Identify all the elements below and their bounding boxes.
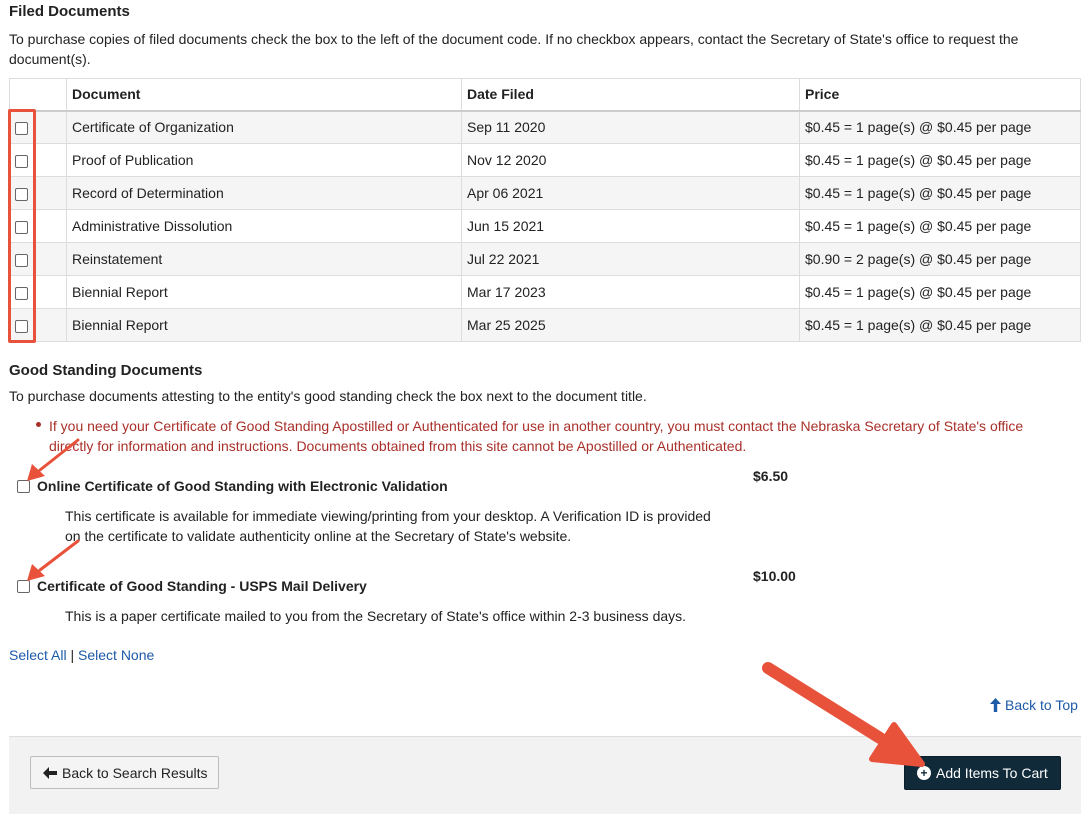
select-none-link[interactable]: Select None	[78, 647, 154, 663]
document-price: $0.45 = 1 page(s) @ $0.45 per page	[799, 110, 1081, 144]
column-header-document: Document	[66, 78, 462, 112]
document-name: Biennial Report	[66, 308, 462, 342]
document-name: Proof of Publication	[66, 143, 462, 177]
document-price: $0.45 = 1 page(s) @ $0.45 per page	[799, 308, 1081, 342]
document-price: $0.45 = 1 page(s) @ $0.45 per page	[799, 176, 1081, 210]
online-certificate-checkbox[interactable]	[17, 480, 30, 493]
instructions-line: To purchase copies of filed documents ch…	[9, 31, 1019, 47]
online-certificate-title: Online Certificate of Good Standing with…	[37, 478, 448, 494]
online-certificate-price: $6.50	[753, 468, 789, 484]
document-name: Administrative Dissolution	[66, 209, 462, 243]
filed-documents-table: Document Date Filed Price Certificate of…	[9, 78, 1081, 342]
column-header-price: Price	[799, 78, 1081, 112]
apostille-notice: If you need your Certificate of Good Sta…	[49, 416, 1084, 456]
select-all-link[interactable]: Select All	[9, 647, 67, 663]
table-row: Biennial Report Mar 17 2023 $0.45 = 1 pa…	[9, 275, 1081, 309]
date-filed: Nov 12 2020	[461, 143, 800, 177]
table-row: Certificate of Organization Sep 11 2020 …	[9, 110, 1081, 144]
table-row: Proof of Publication Nov 12 2020 $0.45 =…	[9, 143, 1081, 177]
description-line: on the certificate to validate authentic…	[65, 528, 572, 544]
document-price: $0.90 = 2 page(s) @ $0.45 per page	[799, 242, 1081, 276]
good-standing-heading: Good Standing Documents	[9, 362, 203, 379]
mail-certificate-description: This is a paper certificate mailed to yo…	[65, 608, 687, 624]
description-line: This certificate is available for immedi…	[65, 508, 711, 524]
document-name: Reinstatement	[66, 242, 462, 276]
table-row: Administrative Dissolution Jun 15 2021 $…	[9, 209, 1081, 243]
mail-certificate-checkbox[interactable]	[17, 580, 30, 593]
filed-documents-instructions: To purchase copies of filed documents ch…	[9, 29, 1084, 69]
selection-links: Select All | Select None	[9, 647, 154, 663]
back-to-top-label: Back to Top	[1005, 697, 1078, 713]
column-header-date-filed: Date Filed	[461, 78, 800, 112]
back-to-top-link[interactable]: Back to Top	[990, 697, 1078, 713]
date-filed: Jul 22 2021	[461, 242, 800, 276]
document-name: Record of Determination	[66, 176, 462, 210]
document-name: Biennial Report	[66, 275, 462, 309]
arrow-annotation-mail-certificate	[27, 539, 80, 581]
instructions-line: document(s).	[9, 51, 91, 67]
link-separator: |	[70, 647, 75, 663]
document-price: $0.45 = 1 page(s) @ $0.45 per page	[799, 143, 1081, 177]
notice-line: If you need your Certificate of Good Sta…	[49, 418, 1024, 434]
table-row: Reinstatement Jul 22 2021 $0.90 = 2 page…	[9, 242, 1081, 276]
plus-circle-icon: +	[917, 766, 931, 780]
date-filed: Mar 17 2023	[461, 275, 800, 309]
date-filed: Sep 11 2020	[461, 110, 800, 144]
checkbox-highlight-annotation	[8, 109, 36, 343]
notice-line: directly for information and instruction…	[49, 438, 747, 454]
arrow-left-icon	[43, 766, 57, 779]
back-to-search-results-button[interactable]: Back to Search Results	[30, 756, 219, 789]
mail-certificate-price: $10.00	[753, 568, 796, 584]
add-items-to-cart-button[interactable]: + Add Items To Cart	[904, 756, 1061, 790]
document-price: $0.45 = 1 page(s) @ $0.45 per page	[799, 209, 1081, 243]
table-row: Record of Determination Apr 06 2021 $0.4…	[9, 176, 1081, 210]
document-price: $0.45 = 1 page(s) @ $0.45 per page	[799, 275, 1081, 309]
date-filed: Jun 15 2021	[461, 209, 800, 243]
online-certificate-description: This certificate is available for immedi…	[65, 506, 755, 546]
document-name: Certificate of Organization	[66, 110, 462, 144]
add-items-to-cart-label: Add Items To Cart	[936, 765, 1048, 781]
back-to-search-results-label: Back to Search Results	[62, 764, 208, 781]
table-row: Biennial Report Mar 25 2025 $0.45 = 1 pa…	[9, 308, 1081, 342]
table-header-row: Document Date Filed Price	[9, 78, 1081, 112]
mail-certificate-title: Certificate of Good Standing - USPS Mail…	[37, 578, 367, 594]
date-filed: Apr 06 2021	[461, 176, 800, 210]
arrow-up-icon	[990, 698, 1001, 712]
notice-bullet	[36, 422, 41, 427]
filed-documents-heading: Filed Documents	[9, 3, 130, 20]
date-filed: Mar 25 2025	[461, 308, 800, 342]
select-column-header	[9, 78, 67, 112]
good-standing-instructions: To purchase documents attesting to the e…	[9, 388, 647, 404]
